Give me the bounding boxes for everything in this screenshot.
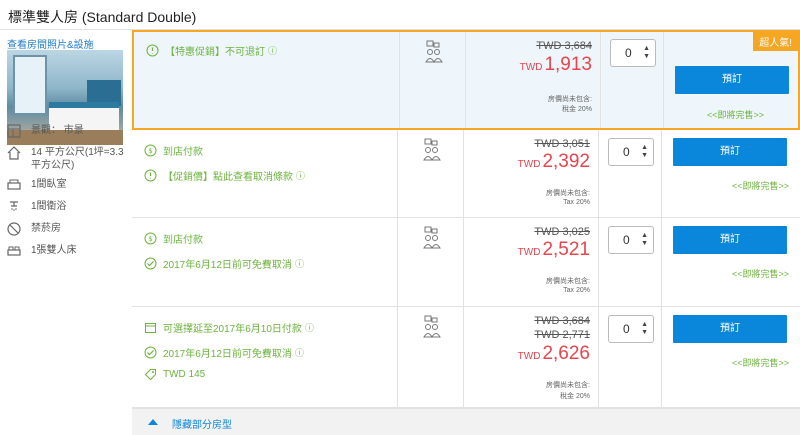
discounted-original-price: TWD 2,771 [534,329,590,341]
soldout-notice: <<即將完售>> [732,181,790,191]
tax-rate: Tax 20% [563,287,590,294]
quantity-select[interactable]: 0 ▲ ▼ [608,315,654,343]
two-guests-icon [422,138,442,164]
policy-item: 可選擇延至2017年6月10日付款 ⓘ [144,320,314,335]
rate-row: $ 到店付款 2017年6月12日前可免費取消 ⓘ TWD 3,025 TWD 2,… [132,218,800,307]
original-price: TWD 3,051 [534,138,590,150]
policy-item: 【特惠促銷】不可退訂 ⓘ [146,43,277,58]
policy-item: 【促銷價】點此查看取消條款 ⓘ [144,168,305,183]
view-photos-link[interactable]: 查看房間照片&設施 [7,36,94,51]
quantity-select[interactable]: 0 ▲ ▼ [610,39,656,67]
policy-item: 2017年6月12日前可免費取消 ⓘ [144,345,304,360]
view-icon [7,124,21,138]
room-header: 標準雙人房 (Standard Double) [0,0,800,30]
book-button[interactable]: 預訂 [675,66,789,94]
rate-row: 可選擇延至2017年6月10日付款 ⓘ 2017年6月12日前可免費取消 ⓘ TWD… [132,307,800,408]
svg-text:$: $ [148,147,152,155]
pay-at-hotel-icon: $ [144,144,157,157]
info-icon[interactable]: ⓘ [295,257,304,270]
no-smoking-icon [7,222,21,236]
feature-smoking: 禁菸房 [7,222,61,236]
quantity-select[interactable]: 0 ▲ ▼ [608,138,654,166]
house-icon [7,146,21,160]
promo-icon [146,44,159,57]
tag-icon [144,368,157,381]
free-cancel-icon [144,346,157,359]
feature-bed: 1張雙人床 [7,244,77,258]
tax-rate: 稅金 20% [560,393,590,400]
feature-size: 14 平方公尺(1坪=3.3 平方公尺) [7,146,127,172]
current-price: TWD 2,521 [517,239,590,260]
original-price: TWD 3,684 [536,40,592,52]
book-button[interactable]: 預訂 [673,138,787,166]
policy-item: 2017年6月12日前可免費取消 ⓘ [144,256,304,271]
info-icon[interactable]: ⓘ [296,169,305,182]
tax-note: 房價尚未包含: [548,96,592,103]
soldout-notice: <<即將完售>> [707,110,765,120]
promo-icon [144,169,157,182]
book-button[interactable]: 預訂 [673,315,787,343]
two-guests-icon [422,315,442,341]
chevron-up-icon[interactable] [148,419,158,425]
rate-row: 【特惠促銷】不可退訂 ⓘ TWD 3,684 TWD 1,913 房價尚未包含: 稅… [132,30,800,130]
bed-icon [7,178,21,192]
tax-rate: Tax 20% [563,199,590,206]
two-guests-icon [424,40,444,66]
rate-row: $ 到店付款 【促銷價】點此查看取消條款 ⓘ TWD 3,051 TWD 2,392… [132,130,800,218]
original-price: TWD 3,684 [534,315,590,327]
rate-table: 【特惠促銷】不可退訂 ⓘ TWD 3,684 TWD 1,913 房價尚未包含: 稅… [132,30,800,435]
room-title: 標準雙人房 (Standard Double) [8,9,197,25]
tax-rate: 稅金 20% [562,106,592,113]
original-price: TWD 3,025 [534,226,590,238]
feature-view: 景觀： 市景 [7,124,84,138]
feature-bedroom: 1間臥室 [7,178,67,192]
quantity-select[interactable]: 0 ▲ ▼ [608,226,654,254]
info-icon[interactable]: ⓘ [268,44,277,57]
feature-bathroom: 1間衛浴 [7,200,67,214]
current-price: TWD 2,626 [517,343,590,364]
popular-badge: 超人氣! [753,32,798,51]
pay-later-icon [144,321,157,334]
soldout-notice: <<即將完售>> [732,358,790,368]
hide-rooms-link[interactable]: 隱藏部分房型 [172,416,232,431]
shower-icon [7,200,21,214]
svg-text:$: $ [148,235,152,243]
tax-note: 房價尚未包含: [546,278,590,285]
info-icon[interactable]: ⓘ [305,321,314,334]
policy-item: $ 到店付款 [144,143,203,158]
soldout-notice: <<即將完售>> [732,269,790,279]
info-icon[interactable]: ⓘ [295,346,304,359]
book-button[interactable]: 預訂 [673,226,787,254]
policy-item: $ 到店付款 [144,231,203,246]
tax-note: 房價尚未包含: [546,190,590,197]
current-price: TWD 1,913 [519,54,592,75]
tax-note: 房價尚未包含: [546,382,590,389]
policy-item: TWD 145 [144,368,205,381]
double-bed-icon [7,244,21,258]
room-info-panel: 查看房間照片&設施 景觀： 市景 14 平方公尺(1坪=3.3 平方公尺) 1間… [0,30,130,435]
free-cancel-icon [144,257,157,270]
current-price: TWD 2,392 [517,151,590,172]
two-guests-icon [422,226,442,252]
hide-rooms-bar[interactable]: 隱藏部分房型 [132,408,800,435]
pay-at-hotel-icon: $ [144,232,157,245]
